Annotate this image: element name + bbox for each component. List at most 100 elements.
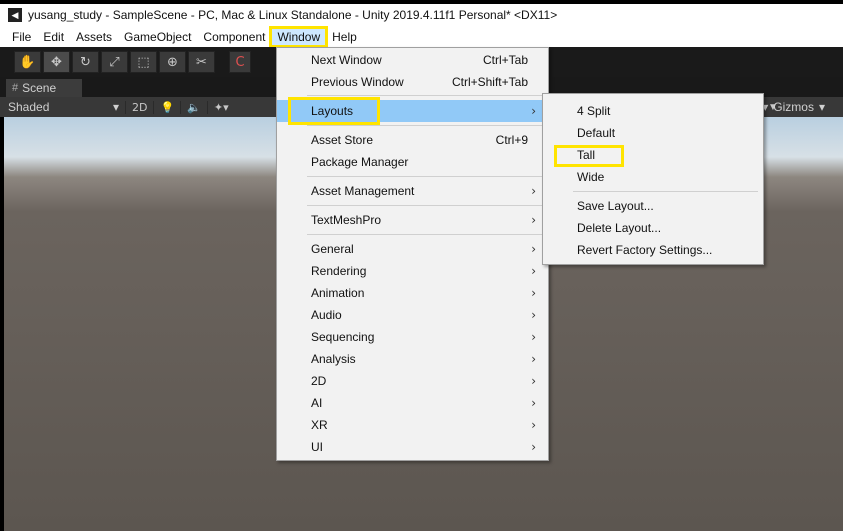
- menu-edit[interactable]: Edit: [37, 28, 70, 46]
- save-layout-item[interactable]: Save Layout...: [543, 195, 763, 217]
- menu-item-label: Layouts: [311, 104, 354, 118]
- gizmos-label: Gizmos: [773, 100, 814, 114]
- shortcut-label: Ctrl+Shift+Tab: [451, 75, 528, 89]
- chevron-right-icon: ›: [531, 440, 536, 454]
- chevron-right-icon: ›: [531, 330, 536, 344]
- menu-item-label: AI: [311, 396, 323, 410]
- menu-item-label: 4 Split: [577, 104, 611, 118]
- chevron-right-icon: ›: [531, 242, 536, 256]
- menu-item-layouts[interactable]: Layouts ›: [277, 100, 548, 122]
- layout-4-split[interactable]: 4 Split: [543, 100, 763, 122]
- menu-file[interactable]: File: [6, 28, 37, 46]
- rotate-tool-icon[interactable]: ↻: [72, 51, 99, 73]
- menu-separator: [307, 234, 545, 235]
- menu-item-sequencing[interactable]: Sequencing ›: [277, 326, 548, 348]
- menu-item-label: 2D: [311, 374, 327, 388]
- custom-tool-icon[interactable]: ✂: [188, 51, 215, 73]
- menu-item-package-manager[interactable]: Package Manager: [277, 151, 548, 173]
- revert-factory-settings-item[interactable]: Revert Factory Settings...: [543, 239, 763, 261]
- layout-tall[interactable]: Tall: [543, 144, 763, 166]
- menu-item-general[interactable]: General ›: [277, 238, 548, 260]
- delete-layout-item[interactable]: Delete Layout...: [543, 217, 763, 239]
- transform-tool-icon[interactable]: ⊕: [159, 51, 186, 73]
- menu-item-animation[interactable]: Animation ›: [277, 282, 548, 304]
- window-menu: Next Window Ctrl+Tab Previous Window Ctr…: [276, 47, 549, 461]
- menu-gameobject[interactable]: GameObject: [118, 28, 197, 46]
- menu-item-label: Wide: [577, 170, 605, 184]
- menu-item-xr[interactable]: XR ›: [277, 414, 548, 436]
- menu-item-label: Animation: [311, 286, 365, 300]
- menu-item-label: Asset Store: [311, 133, 374, 147]
- menu-separator: [307, 176, 545, 177]
- layouts-submenu: 4 Split Default Tall Wide Save Layout...…: [542, 93, 764, 265]
- pivot-center-button[interactable]: C: [229, 51, 251, 73]
- chevron-right-icon: ›: [531, 213, 536, 227]
- menu-item-rendering[interactable]: Rendering ›: [277, 260, 548, 282]
- move-tool-icon[interactable]: ✥: [43, 51, 70, 73]
- menu-separator: [573, 191, 758, 192]
- chevron-right-icon: ›: [531, 264, 536, 278]
- menu-item-label: Next Window: [311, 53, 382, 67]
- menu-item-asset-store[interactable]: Asset Store Ctrl+9: [277, 129, 548, 151]
- menu-item-ui[interactable]: UI ›: [277, 436, 548, 458]
- shading-mode-label: Shaded: [8, 100, 50, 114]
- gizmos-dropdown[interactable]: ▾ Gizmos ▾: [762, 100, 825, 114]
- menu-item-label: Revert Factory Settings...: [577, 243, 713, 257]
- scene-grid-icon: #: [12, 82, 19, 94]
- menu-item-label: Save Layout...: [577, 199, 654, 213]
- menu-item-label: UI: [311, 440, 323, 454]
- menu-bar: File Edit Assets GameObject Component Wi…: [0, 25, 843, 48]
- chevron-down-icon: ▾: [112, 100, 119, 114]
- menu-separator: [307, 205, 545, 206]
- chevron-right-icon: ›: [531, 184, 536, 198]
- menu-help[interactable]: Help: [326, 28, 363, 46]
- lighting-toggle-icon[interactable]: 💡: [153, 100, 180, 114]
- menu-item-analysis[interactable]: Analysis ›: [277, 348, 548, 370]
- tab-scene-label: Scene: [22, 81, 57, 95]
- chevron-down-icon: ▾: [818, 100, 825, 114]
- menu-separator: [307, 95, 545, 96]
- menu-item-label: Previous Window: [311, 75, 404, 89]
- layout-default[interactable]: Default: [543, 122, 763, 144]
- menu-item-ai[interactable]: AI ›: [277, 392, 548, 414]
- menu-item-label: Tall: [577, 148, 596, 162]
- menu-item-audio[interactable]: Audio ›: [277, 304, 548, 326]
- menu-item-label: Package Manager: [311, 155, 409, 169]
- menu-item-label: Rendering: [311, 264, 367, 278]
- tab-scene[interactable]: # Scene: [6, 79, 82, 97]
- menu-item-previous-window[interactable]: Previous Window Ctrl+Shift+Tab: [277, 71, 548, 93]
- effects-toggle-icon[interactable]: ✦▾: [206, 100, 235, 114]
- chevron-right-icon: ›: [531, 352, 536, 366]
- rect-tool-icon[interactable]: ⬚: [130, 51, 157, 73]
- hand-tool-icon[interactable]: ✋: [14, 51, 41, 73]
- shading-mode-dropdown[interactable]: Shaded ▾: [0, 100, 125, 114]
- menu-item-label: Delete Layout...: [577, 221, 662, 235]
- chevron-right-icon: ›: [531, 374, 536, 388]
- chevron-right-icon: ›: [531, 286, 536, 300]
- layout-wide[interactable]: Wide: [543, 166, 763, 188]
- chevron-right-icon: ›: [531, 396, 536, 410]
- shortcut-label: Ctrl+Tab: [482, 53, 528, 67]
- menu-separator: [307, 125, 545, 126]
- menu-item-label: Asset Management: [311, 184, 415, 198]
- menu-item-next-window[interactable]: Next Window Ctrl+Tab: [277, 49, 548, 71]
- menu-component[interactable]: Component: [197, 28, 271, 46]
- menu-item-label: General: [311, 242, 354, 256]
- unity-logo-icon: ◀: [8, 8, 22, 22]
- menu-window[interactable]: Window: [269, 25, 329, 48]
- chevron-right-icon: ›: [531, 104, 536, 118]
- menu-item-label: Sequencing: [311, 330, 375, 344]
- audio-toggle-icon[interactable]: 🔈: [180, 100, 207, 114]
- menu-item-label: TextMeshPro: [311, 213, 382, 227]
- menu-item-2d[interactable]: 2D ›: [277, 370, 548, 392]
- chevron-right-icon: ›: [531, 418, 536, 432]
- menu-item-asset-management[interactable]: Asset Management ›: [277, 180, 548, 202]
- mode-2d-button[interactable]: 2D: [125, 100, 153, 114]
- menu-assets[interactable]: Assets: [70, 28, 118, 46]
- menu-item-textmeshpro[interactable]: TextMeshPro ›: [277, 209, 548, 231]
- menu-item-label: Audio: [311, 308, 342, 322]
- window-title: yusang_study - SampleScene - PC, Mac & L…: [28, 8, 558, 22]
- shortcut-label: Ctrl+9: [495, 133, 528, 147]
- title-bar: ◀ yusang_study - SampleScene - PC, Mac &…: [0, 0, 843, 26]
- scale-tool-icon[interactable]: ⤢: [101, 51, 128, 73]
